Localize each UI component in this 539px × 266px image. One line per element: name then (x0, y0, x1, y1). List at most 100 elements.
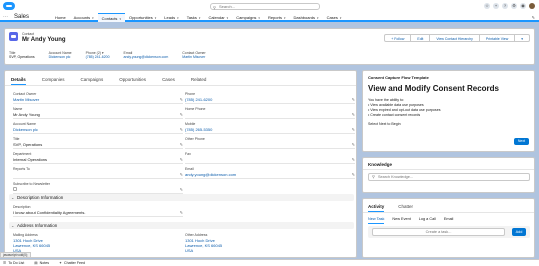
field-value[interactable]: andy.young@dickenson.com (185, 172, 236, 177)
highlight-email-link[interactable]: andy.young@dickenson.com (124, 55, 169, 60)
log-a-call-tab[interactable]: Log a Call (419, 216, 436, 224)
printable-view-button[interactable]: Printable View (478, 34, 516, 42)
header-actions: + Follow Edit View Contact Hierarchy Pri… (384, 34, 530, 42)
add-task-button[interactable]: Add (512, 228, 526, 236)
chevron-down-icon[interactable]: ▾ (92, 16, 94, 20)
field-label: Fax (185, 152, 191, 156)
cloud-logo[interactable] (3, 2, 15, 10)
setup-gear-icon[interactable]: ⚙ (511, 3, 517, 9)
edit-pencil-icon[interactable]: ✎ (352, 112, 355, 117)
chevron-down-icon[interactable]: ▾ (317, 16, 319, 20)
nav-item-campaigns[interactable]: Campaigns ▾ (232, 13, 264, 22)
new-event-tab[interactable]: New Event (392, 216, 410, 224)
flow-bullet: • View expired and opt-out data use purp… (368, 108, 441, 112)
edit-pencil-icon[interactable]: ✎ (180, 97, 183, 102)
field-value[interactable]: (785) 241-6200 (185, 97, 212, 102)
edit-nav-pencil-icon[interactable]: ✎ (532, 15, 535, 20)
edit-pencil-icon[interactable]: ✎ (180, 157, 183, 162)
next-button[interactable]: Next (514, 138, 529, 145)
edit-pencil-icon[interactable]: ✎ (352, 157, 355, 162)
edit-pencil-icon[interactable]: ✎ (180, 127, 183, 132)
nav-item-cases[interactable]: Cases ▾ (323, 13, 346, 22)
email-tab[interactable]: Email (444, 216, 454, 224)
record-type-label: Contact (22, 32, 35, 36)
newsletter-checkbox[interactable] (13, 187, 17, 191)
flow-bullet: • View available data use purposes (368, 103, 424, 107)
field-value[interactable]: Dickenson plc (13, 127, 38, 132)
edit-pencil-icon[interactable]: ✎ (180, 172, 183, 177)
tab-companies[interactable]: Companies (42, 76, 65, 85)
tab-details[interactable]: Details (11, 76, 26, 85)
description-section-header[interactable]: ⌄ Description Information (9, 194, 354, 201)
field-value[interactable]: Martin Misover (13, 97, 39, 102)
highlight-owner-link[interactable]: Martin Misover (182, 55, 205, 60)
utility-to-do-list[interactable]: ☰ To Do List (3, 260, 24, 266)
chevron-down-icon[interactable]: ▾ (340, 16, 342, 20)
nav-item-calendar[interactable]: Calendar ▾ (204, 13, 232, 22)
chevron-down-icon[interactable]: ▾ (258, 16, 260, 20)
edit-pencil-icon[interactable]: ✎ (180, 142, 183, 147)
follow-button[interactable]: + Follow (384, 34, 412, 42)
nav-item-opportunities[interactable]: Opportunities ▾ (125, 13, 160, 22)
field-fax: Fax ✎ (185, 151, 355, 164)
tab-cases[interactable]: Cases (162, 76, 175, 85)
nav-item-accounts[interactable]: Accounts ▾ (70, 13, 98, 22)
app-launcher-icon[interactable]: ⋯ (3, 15, 8, 20)
new-task-tab[interactable]: New Task (368, 216, 385, 224)
utility-notes[interactable]: ▤ Notes (34, 260, 49, 266)
nav-item-label: Campaigns (236, 15, 257, 20)
field-value[interactable]: (785) 265-5350 (185, 127, 212, 132)
nav-item-label: Tasks (186, 15, 197, 20)
user-avatar[interactable] (529, 3, 535, 9)
notes-icon: ▤ (34, 261, 38, 265)
edit-pencil-icon[interactable]: ✎ (352, 172, 355, 177)
chevron-down-icon[interactable]: ▾ (119, 17, 121, 21)
global-search-input[interactable]: ⚲ Search... (210, 3, 320, 10)
chevron-down-icon[interactable]: ▾ (177, 16, 179, 20)
highlight-phone-link[interactable]: (785) 241-6200 (86, 55, 110, 60)
chevron-down-icon[interactable]: ▾ (199, 16, 201, 20)
nav-item-reports[interactable]: Reports ▾ (264, 13, 290, 22)
nav-item-leads[interactable]: Leads ▾ (160, 13, 182, 22)
other-address-line[interactable]: USA (185, 248, 222, 253)
field-department: Department Internal Operations ✎ (13, 151, 183, 164)
chevron-down-icon[interactable]: ▾ (284, 16, 286, 20)
nav-item-tasks[interactable]: Tasks ▾ (183, 13, 205, 22)
more-actions-chevron-down-icon[interactable]: ▾ (514, 34, 530, 42)
nav-item-label: Calendar (208, 15, 225, 20)
flow-cta: Select Next to Begin (368, 122, 401, 126)
nav-item-home[interactable]: Home (51, 13, 70, 22)
notifications-bell-icon[interactable]: ◉ (520, 3, 526, 9)
tab-chatter[interactable]: Chatter (398, 203, 413, 212)
nav-item-contacts[interactable]: Contacts ▾ (97, 13, 125, 22)
edit-pencil-icon[interactable]: ✎ (352, 97, 355, 102)
edit-button[interactable]: Edit (410, 34, 431, 42)
favorites-star-icon[interactable]: ☆ (484, 3, 490, 9)
tab-opportunities[interactable]: Opportunities (119, 76, 146, 85)
chevron-down-icon[interactable]: ▾ (227, 16, 229, 20)
utility-chatter-feed[interactable]: ✦ Chatter Feed (59, 260, 85, 266)
search-icon: ⚲ (213, 5, 216, 10)
record-name: Mr Andy Young (22, 37, 66, 43)
field-label: Mobile (185, 122, 196, 126)
tab-activity[interactable]: Activity (368, 203, 385, 212)
nav-item-dashboards[interactable]: Dashboards ▾ (289, 13, 322, 22)
create-task-input[interactable]: Create a task... (372, 228, 505, 236)
tab-related[interactable]: Related (191, 76, 207, 85)
address-section-header[interactable]: ⌄ Address Information (9, 222, 354, 229)
highlight-account-link[interactable]: Dickenson plc (49, 55, 72, 60)
global-add-icon[interactable]: + (493, 3, 499, 9)
edit-pencil-icon[interactable]: ✎ (180, 112, 183, 117)
field-value: Internal Operations (13, 157, 48, 162)
view-contact-hierarchy-button[interactable]: View Contact Hierarchy (429, 34, 480, 42)
edit-pencil-icon[interactable]: ✎ (180, 187, 183, 192)
edit-pencil-icon[interactable]: ✎ (180, 210, 183, 215)
nav-item-label: Reports (267, 15, 282, 20)
utility-label: Chatter Feed (64, 261, 86, 265)
knowledge-search-input[interactable]: ⚲ Search Knowledge... (368, 173, 530, 181)
edit-pencil-icon[interactable]: ✎ (352, 142, 355, 147)
edit-pencil-icon[interactable]: ✎ (352, 127, 355, 132)
tab-campaigns[interactable]: Campaigns (81, 76, 104, 85)
chevron-down-icon[interactable]: ▾ (155, 16, 157, 20)
help-icon[interactable]: ? (502, 3, 508, 9)
